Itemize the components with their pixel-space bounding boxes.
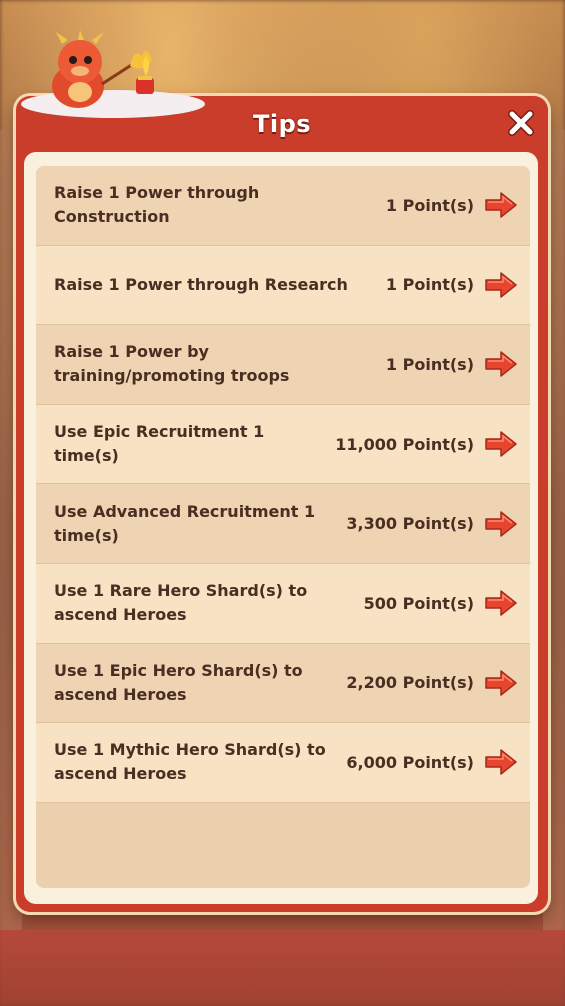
arrow-right-icon <box>485 510 517 537</box>
arrow-right-icon <box>485 192 517 219</box>
tip-points: 6,000 Point(s) <box>346 752 474 772</box>
tip-label: Use Epic Recruitment 1 time(s) <box>54 422 265 466</box>
close-icon <box>508 110 534 136</box>
go-button[interactable] <box>484 510 518 538</box>
list-item: Raise 1 Power through Research 1 Point(s… <box>36 245 530 326</box>
tip-label: Use 1 Rare Hero Shard(s) to ascend Heroe… <box>54 581 308 625</box>
tip-label: Use 1 Mythic Hero Shard(s) to ascend Her… <box>54 740 326 784</box>
go-button[interactable] <box>484 748 518 776</box>
tip-points: 500 Point(s) <box>363 593 474 613</box>
tips-dialog: Tips Raise 1 Power through Construction … <box>16 96 548 912</box>
list-item: Use Epic Recruitment 1 time(s) 11,000 Po… <box>36 404 530 485</box>
arrow-right-icon <box>485 431 517 457</box>
arrow-right-icon <box>485 749 517 776</box>
list-item: Use 1 Epic Hero Shard(s) to ascend Heroe… <box>36 643 530 724</box>
list-item: Use 1 Mythic Hero Shard(s) to ascend Her… <box>36 723 530 803</box>
tip-points: 2,200 Point(s) <box>346 673 474 693</box>
tips-panel: Raise 1 Power through Construction 1 Poi… <box>24 152 538 904</box>
tip-label: Raise 1 Power through Research <box>54 274 348 294</box>
go-button[interactable] <box>484 350 518 378</box>
list-item: Raise 1 Power by training/promoting troo… <box>36 325 530 405</box>
tips-list: Raise 1 Power through Construction 1 Poi… <box>36 166 530 888</box>
go-button[interactable] <box>484 669 518 697</box>
background-bottom-bar <box>0 930 565 1006</box>
dialog-title: Tips <box>252 110 312 138</box>
list-item: Use 1 Rare Hero Shard(s) to ascend Heroe… <box>36 563 530 644</box>
arrow-right-icon <box>485 351 517 378</box>
arrow-right-icon <box>485 670 517 696</box>
tip-label: Use Advanced Recruitment 1 time(s) <box>54 501 316 545</box>
tip-points: 1 Point(s) <box>385 354 474 374</box>
list-item: Use Advanced Recruitment 1 time(s) 3,300… <box>36 484 530 564</box>
arrow-right-icon <box>485 590 517 617</box>
tip-points: 1 Point(s) <box>385 195 474 215</box>
go-button[interactable] <box>484 589 518 617</box>
dragon-mascot <box>21 30 205 118</box>
tip-points: 11,000 Point(s) <box>335 434 474 454</box>
go-button[interactable] <box>484 271 518 299</box>
tip-label: Use 1 Epic Hero Shard(s) to ascend Heroe… <box>54 660 303 704</box>
go-button[interactable] <box>484 430 518 458</box>
arrow-right-icon <box>485 272 517 298</box>
go-button[interactable] <box>484 191 518 219</box>
tip-label: Raise 1 Power through Construction <box>54 183 260 227</box>
tip-label: Raise 1 Power by training/promoting troo… <box>54 342 290 386</box>
close-button[interactable] <box>504 106 538 140</box>
tip-points: 1 Point(s) <box>385 275 474 295</box>
list-item: Raise 1 Power through Construction 1 Poi… <box>36 166 530 246</box>
tip-points: 3,300 Point(s) <box>346 514 474 534</box>
